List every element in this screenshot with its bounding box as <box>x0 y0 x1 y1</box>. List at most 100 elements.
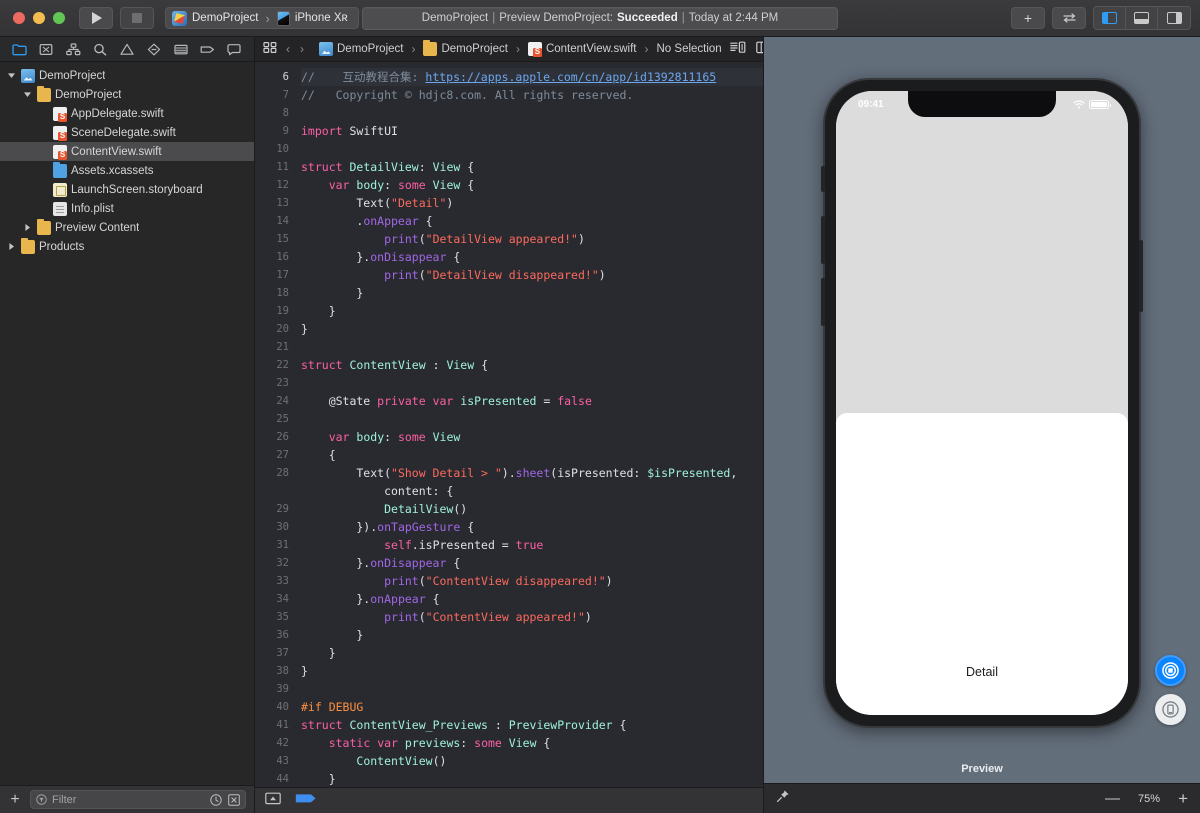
zoom-window-button[interactable] <box>53 12 65 24</box>
code-line[interactable]: DetailView() <box>301 500 763 518</box>
tree-row[interactable]: DemoProject <box>0 85 254 104</box>
show-debug-area-button[interactable] <box>265 792 281 810</box>
code-line[interactable]: }).onTapGesture { <box>301 518 763 536</box>
add-file-button[interactable]: + <box>8 791 22 808</box>
code-line[interactable]: print("DetailView disappeared!") <box>301 266 763 284</box>
breadcrumb-selection[interactable]: No Selection <box>657 43 722 55</box>
navigator-tab-breakpoint[interactable] <box>198 40 218 58</box>
zoom-out-button[interactable]: — <box>1105 791 1120 806</box>
code-line[interactable]: print("ContentView appeared!") <box>301 608 763 626</box>
status-bar[interactable]: DemoProject | Preview DemoProject: Succe… <box>362 6 838 30</box>
toggle-debug-area-button[interactable] <box>1126 7 1158 29</box>
scheme-selector[interactable]: DemoProject › iPhone Xʀ <box>165 7 359 29</box>
code-line[interactable]: // Copyright © hdjc8.com. All rights res… <box>301 86 763 104</box>
code-line[interactable]: .onAppear { <box>301 212 763 230</box>
filter-recents-button[interactable] <box>209 793 222 806</box>
code-line[interactable] <box>301 374 763 392</box>
code-line[interactable]: struct ContentView_Previews : PreviewPro… <box>301 716 763 734</box>
code-line[interactable]: } <box>301 644 763 662</box>
breadcrumb-file[interactable]: ContentView.swift <box>527 42 637 57</box>
code-line[interactable] <box>301 104 763 122</box>
navigate-forward-button[interactable]: › <box>299 42 305 56</box>
code-line[interactable]: ContentView() <box>301 752 763 770</box>
code-line[interactable]: content: { <box>301 482 763 500</box>
tree-row[interactable]: Info.plist <box>0 199 254 218</box>
tree-row[interactable]: Preview Content <box>0 218 254 237</box>
navigator-tab-source-control[interactable] <box>36 40 56 58</box>
code-line[interactable]: @State private var isPresented = false <box>301 392 763 410</box>
close-window-button[interactable] <box>13 12 25 24</box>
live-preview-button[interactable] <box>1155 655 1186 686</box>
code-line[interactable] <box>301 410 763 428</box>
code-line[interactable] <box>301 140 763 158</box>
tree-row[interactable]: ContentView.swift <box>0 142 254 161</box>
stop-button[interactable] <box>120 7 154 29</box>
toggle-inspector-button[interactable] <box>1158 7 1190 29</box>
code-line[interactable] <box>301 338 763 356</box>
code-line[interactable]: struct ContentView : View { <box>301 356 763 374</box>
code-line[interactable]: { <box>301 446 763 464</box>
code-line[interactable]: static var previews: some View { <box>301 734 763 752</box>
navigator-tab-find[interactable] <box>90 40 110 58</box>
code-line[interactable]: struct DetailView: View { <box>301 158 763 176</box>
code-line[interactable]: } <box>301 284 763 302</box>
code-line[interactable]: print("ContentView disappeared!") <box>301 572 763 590</box>
device-preview[interactable]: Show Detail > 09:41 <box>821 78 1143 728</box>
code-line[interactable] <box>301 680 763 698</box>
toggle-navigator-button[interactable] <box>1094 7 1126 29</box>
run-button[interactable] <box>79 7 113 29</box>
code-line[interactable]: Text("Show Detail > ").sheet(isPresented… <box>301 464 763 482</box>
canvas-area[interactable]: Show Detail > 09:41 <box>764 37 1200 783</box>
code-line[interactable]: // 互动教程合集: https://apps.apple.com/cn/app… <box>301 68 763 86</box>
code-line[interactable]: } <box>301 626 763 644</box>
presented-sheet[interactable]: Detail <box>836 413 1128 715</box>
filter-field[interactable]: Filter <box>30 790 246 809</box>
navigator-tab-debug[interactable] <box>171 40 191 58</box>
disclosure-triangle-closed-icon[interactable] <box>6 242 17 251</box>
preview-on-device-button[interactable] <box>1155 694 1186 725</box>
code-line[interactable]: } <box>301 302 763 320</box>
code-line[interactable]: } <box>301 320 763 338</box>
navigate-back-button[interactable]: ‹ <box>285 42 291 56</box>
tree-row[interactable]: Assets.xcassets <box>0 161 254 180</box>
disclosure-triangle-open-icon[interactable] <box>6 71 17 80</box>
code-line[interactable]: } <box>301 662 763 680</box>
tree-row[interactable]: AppDelegate.swift <box>0 104 254 123</box>
code-line[interactable]: } <box>301 770 763 787</box>
device-screen[interactable]: Show Detail > 09:41 <box>836 91 1128 715</box>
minimap-toggle-button[interactable] <box>729 41 746 57</box>
toggle-editor-button[interactable] <box>1052 7 1086 29</box>
disclosure-triangle-open-icon[interactable] <box>22 90 33 99</box>
disclosure-triangle-closed-icon[interactable] <box>22 223 33 232</box>
minimize-window-button[interactable] <box>33 12 45 24</box>
zoom-in-button[interactable]: + <box>1178 790 1188 807</box>
related-items-button[interactable] <box>263 41 277 57</box>
navigator-tab-report[interactable] <box>224 40 244 58</box>
code-editor[interactable]: 6 7 8 9 10 11 12 13 14 15 16 17 18 19 20 21 22 23 24 25 26 27… <box>255 62 763 787</box>
tree-row[interactable]: LaunchScreen.storyboard <box>0 180 254 199</box>
navigator-tab-test[interactable] <box>144 40 164 58</box>
code-line[interactable]: #if DEBUG <box>301 698 763 716</box>
add-button[interactable]: + <box>1011 7 1045 29</box>
navigator-tab-project[interactable] <box>9 40 29 58</box>
code-line[interactable]: var body: some View <box>301 428 763 446</box>
tree-row[interactable]: DemoProject <box>0 66 254 85</box>
tree-row[interactable]: SceneDelegate.swift <box>0 123 254 142</box>
source-code[interactable]: // 互动教程合集: https://apps.apple.com/cn/app… <box>297 62 763 787</box>
breadcrumb-group[interactable]: DemoProject <box>423 40 508 56</box>
code-line[interactable]: }.onDisappear { <box>301 248 763 266</box>
breakpoint-toggle-button[interactable] <box>295 792 317 810</box>
code-line[interactable]: print("DetailView appeared!") <box>301 230 763 248</box>
code-line[interactable]: Text("Detail") <box>301 194 763 212</box>
navigator-tab-issue[interactable] <box>117 40 137 58</box>
navigator-tab-symbol[interactable] <box>63 40 83 58</box>
breadcrumb-project[interactable]: DemoProject <box>319 42 403 56</box>
code-line[interactable]: }.onDisappear { <box>301 554 763 572</box>
pin-preview-button[interactable] <box>776 789 790 808</box>
tree-row[interactable]: Products <box>0 237 254 256</box>
code-line[interactable]: self.isPresented = true <box>301 536 763 554</box>
code-line[interactable]: }.onAppear { <box>301 590 763 608</box>
code-line[interactable]: import SwiftUI <box>301 122 763 140</box>
filter-clear-button[interactable] <box>227 793 240 806</box>
code-line[interactable]: var body: some View { <box>301 176 763 194</box>
